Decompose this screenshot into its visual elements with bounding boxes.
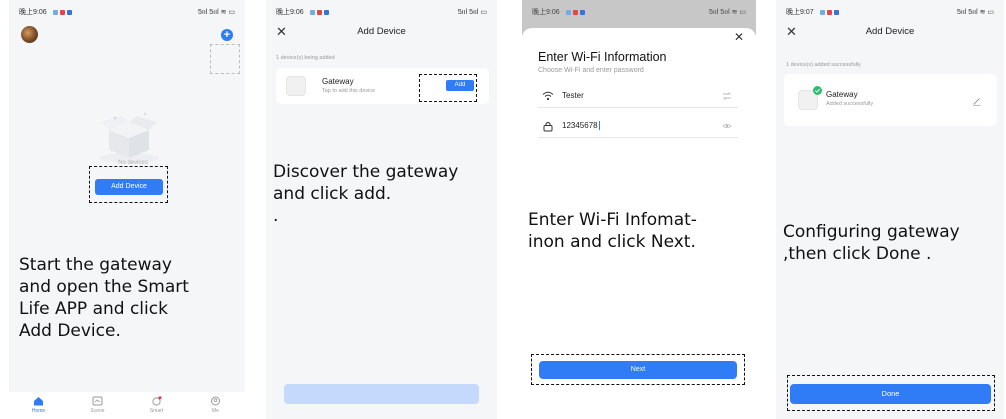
password-field[interactable]: 12345678 [538,116,738,138]
tab-smart[interactable]: Smart [137,395,177,414]
status-time: 晚上9:06 [276,9,304,16]
scene-icon [92,395,104,406]
notification-icons [565,9,585,15]
nav-bar: ✕ Add Device [266,22,497,42]
status-time: 晚上9:06 [532,9,560,16]
notification-icons [309,9,329,15]
page-title: Add Device [357,26,406,37]
caption-step-4: Configuring gateway ,then click Done . [783,222,960,264]
bottom-tab-bar: Home Scene Smart Me [9,392,245,419]
section-label: 1 device(s) being added [276,55,335,61]
status-bar: 晚上9:06 5ııl 5ııl ▭ [276,5,487,19]
status-signal: 5ııl 5ııl ▭ [457,9,487,16]
success-check-icon [813,86,822,95]
page-title: Add Device [865,26,915,37]
tab-scene[interactable]: Scene [78,395,118,414]
device-subtitle: Added successfully [826,101,874,107]
status-bar: 晚上9:06 5ııl 5ııl ≋ ▭ [19,5,235,19]
wifi-bottom-sheet: ✕ Enter Wi-Fi Information Choose Wi-Fi a… [522,28,756,419]
caption-step-1: Start the gateway and open the Smart Lif… [19,255,189,341]
wifi-name-field[interactable]: Tester [538,86,738,108]
sheet-title: Enter Wi-Fi Information [538,50,667,64]
smart-icon [151,395,163,406]
device-name: Gateway [322,77,354,86]
nav-bar: ✕ Add Device [776,22,1004,42]
wifi-icon [542,91,554,101]
highlight-box-add [419,74,477,102]
done-button-disabled [284,384,479,404]
screen-added-successfully: 晚上9:07 5ııl 5ııl ≋ ▭ ✕ Add Device 1 devi… [776,0,1004,419]
screen-home: 晚上9:06 5ııl 5ııl ≋ ▭ + No devices Add De… [9,0,245,419]
caption-step-2: Discover the gateway and click add. . [273,162,459,226]
screen-discover-gateway: 晚上9:06 5ııl 5ııl ▭ ✕ Add Device 1 device… [266,0,497,419]
gateway-device-icon [286,76,306,96]
tab-me[interactable]: Me [196,395,236,414]
eye-icon[interactable] [722,121,732,131]
tab-home[interactable]: Home [19,395,59,414]
section-label: 1 device(s) added successfully [786,62,861,68]
device-name: Gateway [826,90,858,99]
status-signal: 5ııl 5ııl ≋ ▭ [198,9,235,16]
home-icon [33,395,45,406]
notification-icons [52,9,72,15]
add-plus-button[interactable]: + [221,29,233,41]
highlight-box-plus [210,44,240,74]
avatar[interactable] [21,26,38,43]
close-icon[interactable]: ✕ [734,30,744,44]
me-icon [210,395,222,406]
status-signal: 5ııl 5ııl ≋ ▭ [957,9,994,16]
device-card[interactable]: Gateway Added successfully [784,74,997,126]
empty-box-icon [99,112,159,163]
wifi-name-value: Tester [562,91,584,100]
lock-icon [543,121,553,132]
screen-wifi-information: 晚上9:06 5ııl 5ııl ≋ ▭ ✕ Enter Wi-Fi Infor… [522,0,756,419]
notification-icons [819,9,839,15]
status-bar: 晚上9:06 5ııl 5ııl ≋ ▭ [532,5,746,19]
status-bar: 晚上9:07 5ııl 5ııl ≋ ▭ [786,5,994,19]
status-time: 晚上9:06 [19,9,47,16]
device-subtitle: Tap to add this device [322,88,376,94]
switch-network-icon[interactable] [722,91,732,101]
highlight-box-next [531,354,745,385]
password-value: 12345678 [562,121,598,130]
status-time: 晚上9:07 [786,9,814,16]
caption-step-3: Enter Wi-Fi Infomat- inon and click Next… [528,210,697,252]
status-signal: 5ııl 5ııl ≋ ▭ [709,9,746,16]
highlight-box-done [787,375,995,411]
edit-icon[interactable] [972,96,982,106]
highlight-box-add-device [89,166,168,203]
text-cursor [598,121,600,131]
sheet-subtitle: Choose Wi-Fi and enter password [538,67,644,74]
